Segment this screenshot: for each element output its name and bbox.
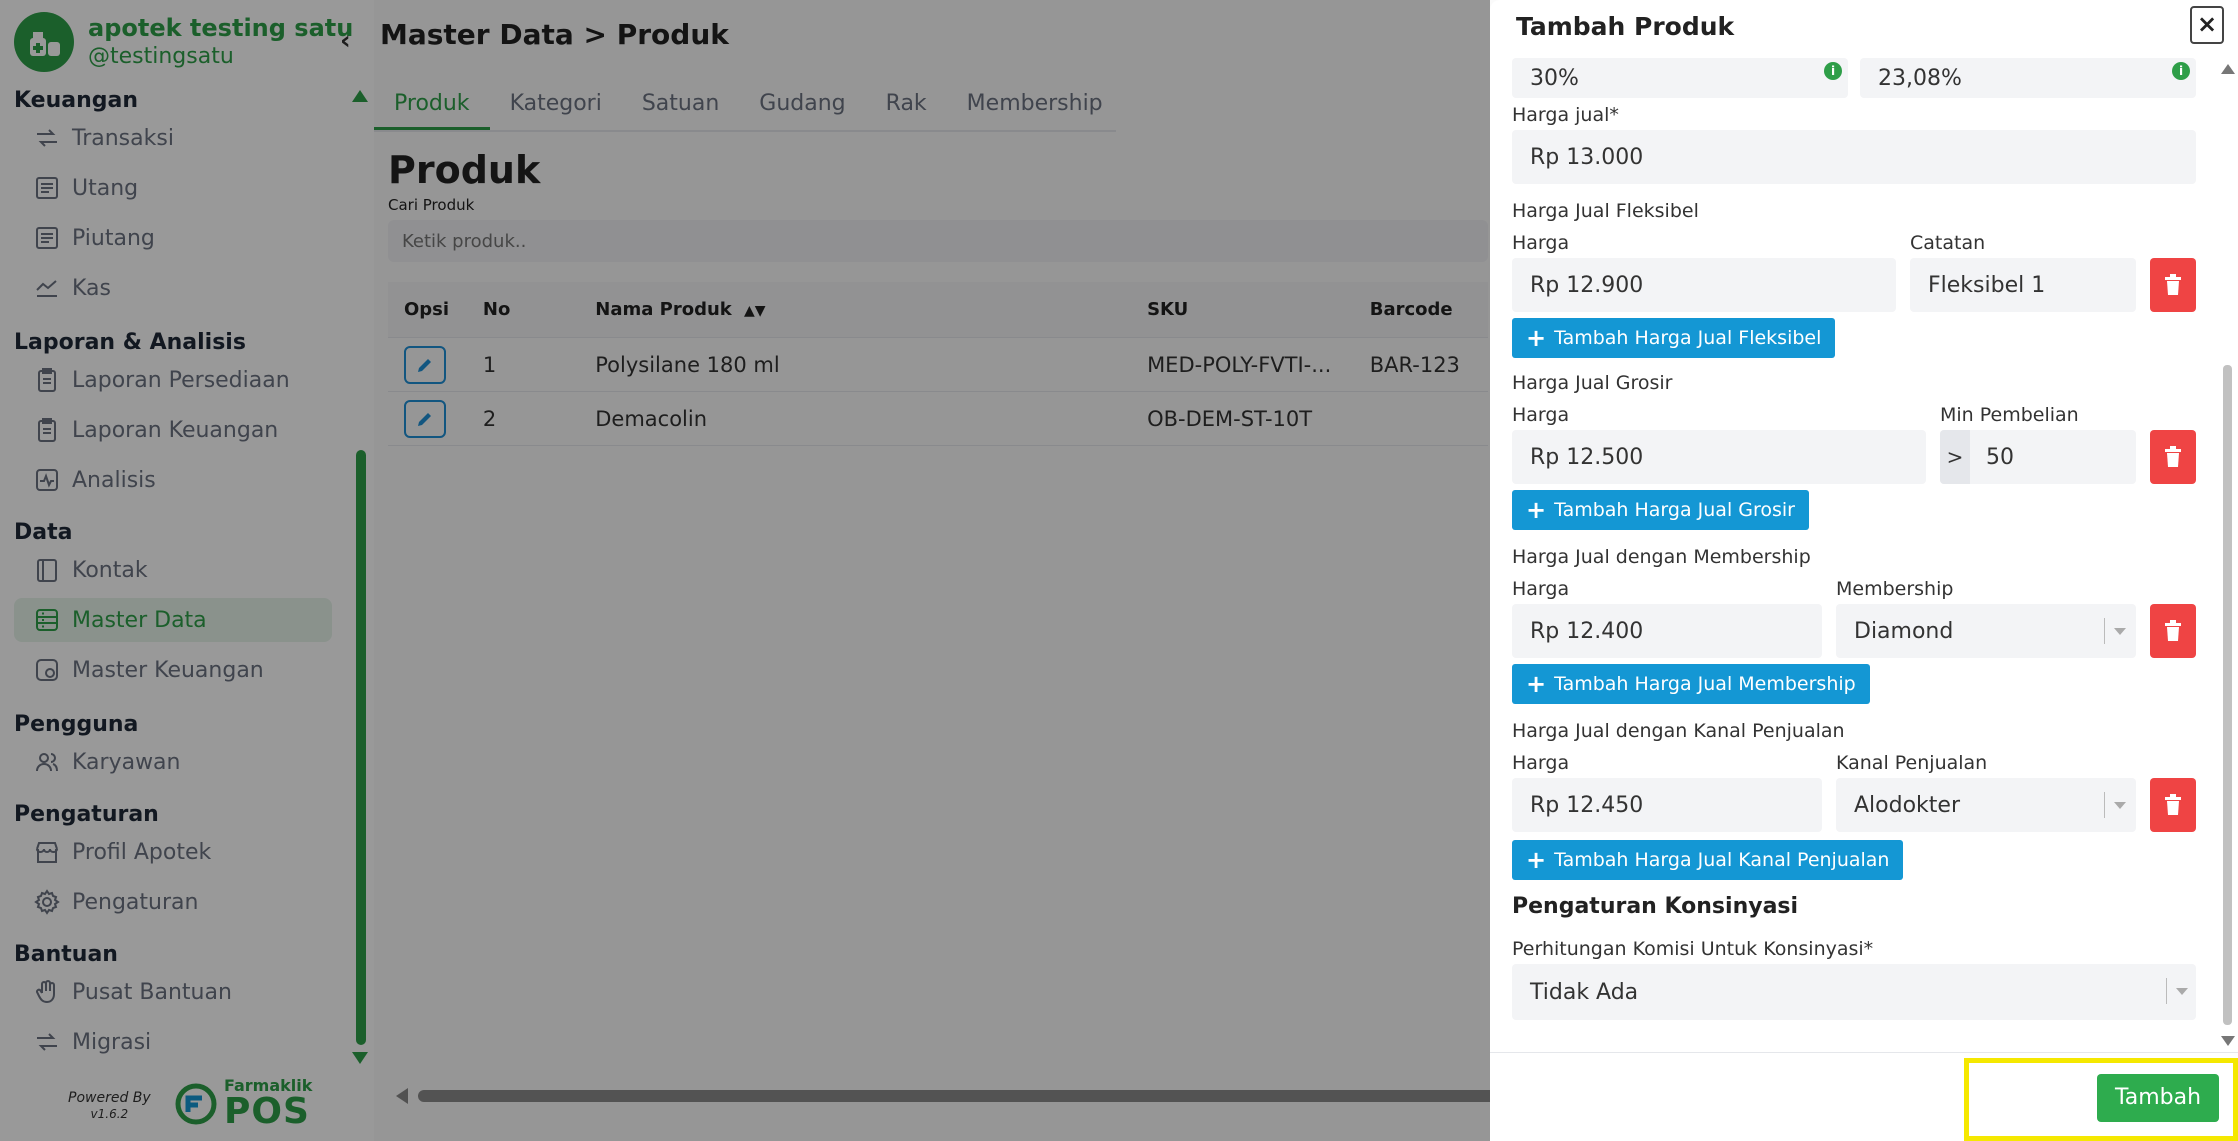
kanal-select-value: Alodokter: [1854, 792, 1960, 818]
plus-icon: +: [1526, 324, 1547, 352]
fleksibel-harga-value: Rp 12.900: [1530, 272, 1644, 298]
modal-scroll-up-icon[interactable]: [2221, 64, 2235, 74]
add-fleksibel-label: Tambah Harga Jual Fleksibel: [1554, 327, 1822, 349]
membership-group-title: Harga Jual dengan Membership: [1512, 546, 1811, 568]
fleksibel-catatan-label: Catatan: [1910, 232, 1986, 254]
kanal-select[interactable]: Alodokter: [1836, 778, 2136, 832]
delete-grosir-button[interactable]: [2150, 430, 2196, 484]
grosir-harga-value: Rp 12.500: [1530, 444, 1644, 470]
dropdown-separator: [2104, 618, 2105, 644]
tambah-submit-button[interactable]: Tambah: [2097, 1074, 2219, 1122]
grosir-harga-input[interactable]: Rp 12.500: [1512, 430, 1926, 484]
add-membership-button[interactable]: + Tambah Harga Jual Membership: [1512, 664, 1870, 704]
modal-scrollbar[interactable]: [2223, 365, 2232, 1025]
plus-icon: +: [1526, 846, 1547, 874]
chevron-down-icon[interactable]: [2114, 628, 2126, 635]
add-kanal-button[interactable]: + Tambah Harga Jual Kanal Penjualan: [1512, 840, 1904, 880]
margin-ratio-value: 23,08%: [1878, 65, 1962, 91]
dropdown-separator: [2166, 978, 2167, 1004]
membership-harga-value: Rp 12.400: [1530, 618, 1644, 644]
membership-harga-input[interactable]: Rp 12.400: [1512, 604, 1822, 658]
membership-harga-label: Harga: [1512, 578, 1570, 600]
fleksibel-harga-input[interactable]: Rp 12.900: [1512, 258, 1896, 312]
chevron-down-icon[interactable]: [2114, 802, 2126, 809]
harga-jual-input[interactable]: Rp 13.000: [1512, 130, 2196, 184]
trash-icon: [2165, 274, 2181, 295]
harga-jual-label: Harga jual*: [1512, 104, 1619, 126]
delete-kanal-button[interactable]: [2150, 778, 2196, 832]
delete-membership-button[interactable]: [2150, 604, 2196, 658]
komisi-select[interactable]: Tidak Ada: [1512, 964, 2196, 1020]
konsinyasi-section-title: Pengaturan Konsinyasi: [1512, 894, 1799, 919]
modal-title: Tambah Produk: [1516, 12, 1735, 41]
add-grosir-label: Tambah Harga Jual Grosir: [1554, 499, 1795, 521]
info-icon[interactable]: i: [1824, 62, 1842, 80]
add-membership-label: Tambah Harga Jual Membership: [1554, 673, 1856, 695]
margin-percent-value: 30%: [1530, 65, 1579, 91]
margin-ratio-field[interactable]: 23,08%: [1860, 58, 2196, 98]
grosir-min-label: Min Pembelian: [1940, 404, 2079, 426]
plus-icon: +: [1526, 496, 1547, 524]
fleksibel-catatan-input[interactable]: Fleksibel 1: [1910, 258, 2136, 312]
komisi-select-value: Tidak Ada: [1530, 979, 1639, 1005]
plus-icon: +: [1526, 670, 1547, 698]
grosir-group-title: Harga Jual Grosir: [1512, 372, 1673, 394]
kanal-harga-value: Rp 12.450: [1530, 792, 1644, 818]
kanal-select-label: Kanal Penjualan: [1836, 752, 1988, 774]
komisi-label: Perhitungan Komisi Untuk Konsinyasi*: [1512, 938, 1874, 960]
membership-select[interactable]: Diamond: [1836, 604, 2136, 658]
trash-icon: [2165, 620, 2181, 641]
grosir-harga-label: Harga: [1512, 404, 1570, 426]
kanal-group-title: Harga Jual dengan Kanal Penjualan: [1512, 720, 1845, 742]
info-icon[interactable]: i: [2172, 62, 2190, 80]
fleksibel-harga-label: Harga: [1512, 232, 1570, 254]
close-button[interactable]: ×: [2190, 6, 2224, 44]
modal-backdrop[interactable]: [0, 0, 1490, 1141]
tambah-produk-modal: Tambah Produk × 30% i 23,08% i Harga jua…: [1490, 0, 2238, 1141]
greater-than-prefix: >: [1940, 430, 1970, 484]
dropdown-separator: [2104, 792, 2105, 818]
fleksibel-group-title: Harga Jual Fleksibel: [1512, 200, 1699, 222]
modal-scroll-down-icon[interactable]: [2221, 1036, 2235, 1046]
add-grosir-button[interactable]: + Tambah Harga Jual Grosir: [1512, 490, 1809, 530]
kanal-harga-label: Harga: [1512, 752, 1570, 774]
modal-footer-divider: [1490, 1052, 2238, 1053]
delete-fleksibel-button[interactable]: [2150, 258, 2196, 312]
chevron-down-icon[interactable]: [2176, 988, 2188, 995]
add-fleksibel-button[interactable]: + Tambah Harga Jual Fleksibel: [1512, 318, 1836, 358]
membership-select-value: Diamond: [1854, 618, 1954, 644]
add-kanal-label: Tambah Harga Jual Kanal Penjualan: [1554, 849, 1890, 871]
margin-percent-field[interactable]: 30%: [1512, 58, 1848, 98]
grosir-min-value: 50: [1986, 444, 2014, 470]
kanal-harga-input[interactable]: Rp 12.450: [1512, 778, 1822, 832]
trash-icon: [2165, 794, 2181, 815]
fleksibel-catatan-value: Fleksibel 1: [1928, 272, 2046, 298]
harga-jual-value: Rp 13.000: [1530, 144, 1644, 170]
membership-select-label: Membership: [1836, 578, 1954, 600]
trash-icon: [2165, 446, 2181, 467]
